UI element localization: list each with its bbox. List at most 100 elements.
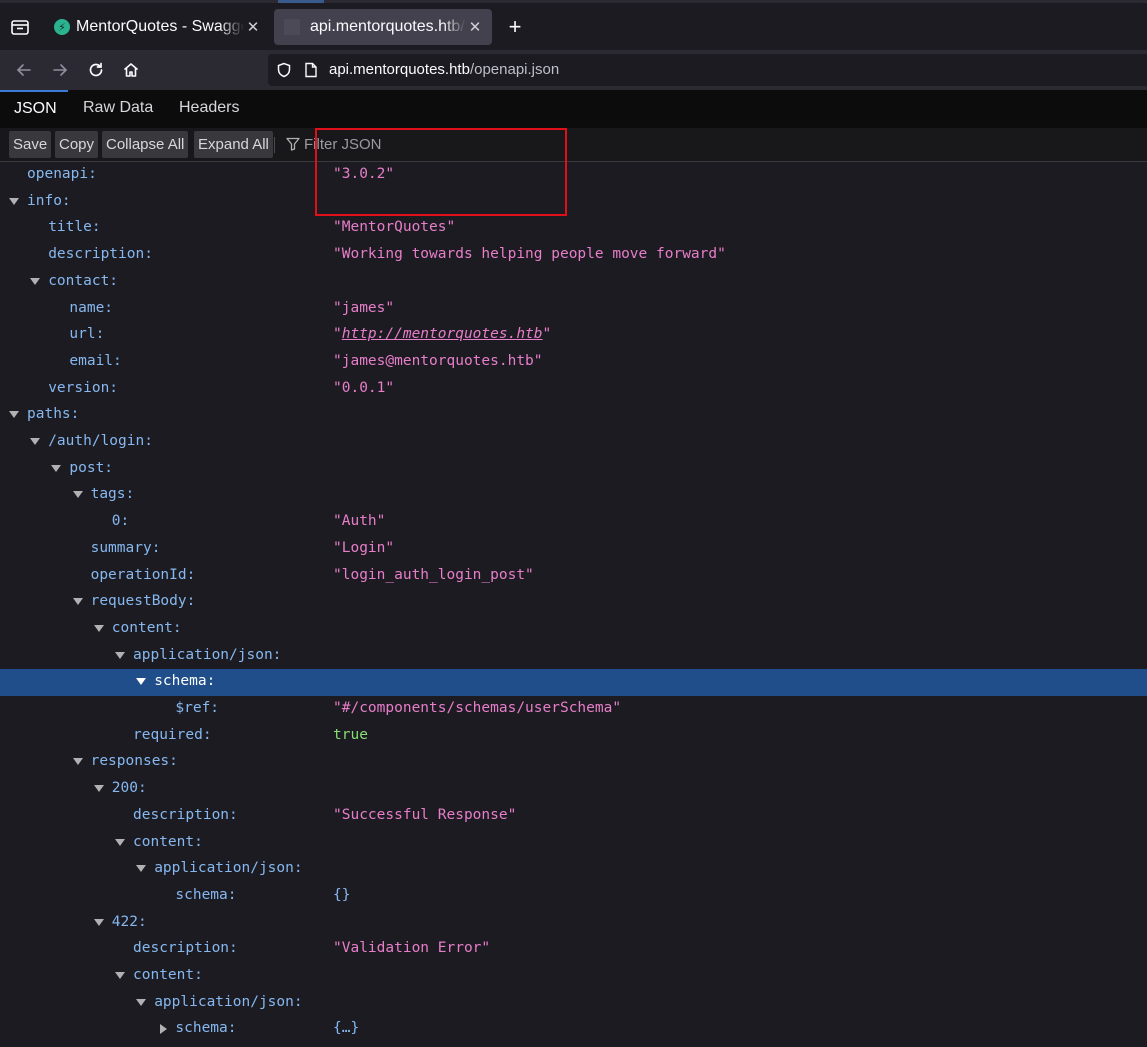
tree-row[interactable]: tags:: [0, 482, 1147, 509]
tree-row[interactable]: contact:: [0, 269, 1147, 296]
tree-value: {…}: [333, 1020, 360, 1037]
tree-row[interactable]: info:: [0, 189, 1147, 216]
tree-row[interactable]: description: "Validation Error": [0, 936, 1147, 963]
tab-list-icon[interactable]: [9, 16, 31, 38]
tree-key: description:: [48, 246, 153, 263]
tree-row[interactable]: application/json:: [0, 856, 1147, 883]
tree-row[interactable]: openapi: "3.0.2": [0, 162, 1147, 189]
collapse-arrow-icon[interactable]: [115, 838, 125, 846]
tree-key: content:: [133, 967, 203, 983]
tab-raw-data[interactable]: Raw Data: [83, 90, 153, 128]
collapse-arrow-icon[interactable]: [72, 758, 83, 766]
collapse-arrow-icon[interactable]: [115, 651, 125, 659]
copy-button[interactable]: Copy: [55, 131, 99, 158]
browser-tab-swagger[interactable]: ⚡ MentorQuotes - Swagger UI ✕: [44, 9, 270, 45]
collapse-arrow-icon[interactable]: [115, 972, 125, 979]
collapse-arrow-icon[interactable]: [72, 491, 83, 499]
tree-row[interactable]: paths:: [0, 402, 1147, 429]
forward-icon[interactable]: [48, 58, 72, 82]
annotation-highlight-box: [315, 128, 567, 216]
tree-key: responses:: [90, 753, 178, 770]
collapse-arrow-icon[interactable]: [51, 464, 62, 472]
json-toolbar: Save Copy Collapse All Expand All Filter…: [0, 128, 1147, 162]
close-icon[interactable]: ✕: [468, 18, 482, 36]
tree-row[interactable]: title: "MentorQuotes": [0, 215, 1147, 242]
tree-value: "james@mentorquotes.htb": [333, 352, 543, 369]
tree-row[interactable]: schema: {…}: [0, 1016, 1147, 1043]
tree-key: url:: [69, 326, 105, 343]
tree-row[interactable]: version: "0.0.1": [0, 376, 1147, 403]
tracking-protection-shield-icon[interactable]: [276, 62, 292, 83]
tree-row[interactable]: name: "james": [0, 296, 1147, 323]
tree-key: title:: [48, 219, 101, 236]
tree-row[interactable]: email: "james@mentorquotes.htb": [0, 349, 1147, 376]
json-tree: openapi: "3.0.2" info: title: "MentorQuotes"…: [0, 162, 1147, 1047]
collapse-arrow-icon[interactable]: [72, 598, 83, 606]
collapse-arrow-icon[interactable]: [136, 998, 147, 1006]
tree-row[interactable]: /auth/login:: [0, 429, 1147, 456]
tree-row[interactable]: operationId: "login_auth_login_post": [0, 563, 1147, 590]
collapse-arrow-icon[interactable]: [93, 785, 104, 793]
tree-key: 422:: [111, 913, 147, 930]
tree-row[interactable]: url: "http://mentorquotes.htb": [0, 322, 1147, 349]
tree-value[interactable]: "http://mentorquotes.htb": [333, 326, 551, 342]
navigation-bar: api.mentorquotes.htb/openapi.json: [0, 50, 1147, 90]
collapse-arrow-icon[interactable]: [93, 624, 104, 632]
tree-row[interactable]: application/json:: [0, 643, 1147, 670]
tree-key: tags:: [90, 486, 135, 503]
tree-key: schema:: [175, 1020, 237, 1037]
tree-value: {}: [333, 886, 351, 903]
tree-row[interactable]: responses:: [0, 749, 1147, 776]
tree-row[interactable]: post:: [0, 456, 1147, 483]
collapse-arrow-icon[interactable]: [136, 865, 147, 873]
reload-icon[interactable]: [84, 58, 108, 82]
expand-arrow-icon[interactable]: [160, 1024, 168, 1035]
tree-row[interactable]: content:: [0, 616, 1147, 643]
tree-row[interactable]: required: true: [0, 723, 1147, 750]
json-viewer-tabs: JSON Raw Data Headers: [0, 90, 1147, 128]
tree-row[interactable]: schema: {}: [0, 883, 1147, 910]
swagger-icon: ⚡: [54, 19, 70, 35]
url-text[interactable]: api.mentorquotes.htb/openapi.json: [329, 61, 559, 78]
save-button[interactable]: Save: [9, 131, 52, 158]
collapse-arrow-icon[interactable]: [9, 411, 19, 419]
tree-row[interactable]: $ref: "#/components/schemas/userSchema": [0, 696, 1147, 723]
tree-value: "Auth": [333, 513, 386, 530]
tree-row[interactable]: 422:: [0, 910, 1147, 937]
tree-row[interactable]: content:: [0, 963, 1147, 990]
tree-row[interactable]: content:: [0, 830, 1147, 857]
tree-row[interactable]: description: "Working towards helping peo…: [0, 242, 1147, 269]
collapse-arrow-icon[interactable]: [9, 197, 19, 205]
tree-row[interactable]: description: "Successful Response": [0, 803, 1147, 830]
url-link[interactable]: http://mentorquotes.htb: [342, 326, 543, 342]
new-tab-icon[interactable]: +: [504, 14, 526, 40]
tree-key: operationId:: [90, 566, 196, 583]
tree-key: contact:: [48, 272, 119, 289]
collapse-all-button[interactable]: Collapse All: [102, 131, 189, 158]
close-icon[interactable]: ✕: [246, 18, 260, 36]
collapse-arrow-icon[interactable]: [30, 438, 41, 445]
tree-row[interactable]: requestBody:: [0, 589, 1147, 616]
tree-key: email:: [69, 352, 122, 369]
tree-key: 0:: [111, 513, 130, 530]
tree-key: required:: [133, 726, 212, 743]
tree-value: "Validation Error": [333, 940, 491, 957]
tree-row[interactable]: 0: "Auth": [0, 509, 1147, 536]
tab-headers[interactable]: Headers: [179, 90, 239, 128]
collapse-arrow-icon[interactable]: [136, 678, 147, 686]
url-bar[interactable]: api.mentorquotes.htb/openapi.json: [268, 54, 1147, 86]
collapse-arrow-icon[interactable]: [93, 918, 104, 926]
tree-row[interactable]: summary: "Login": [0, 536, 1147, 563]
page-info-icon[interactable]: [304, 62, 318, 83]
tree-row[interactable]: application/json:: [0, 990, 1147, 1017]
expand-all-button[interactable]: Expand All: [194, 131, 273, 158]
tree-row[interactable]: 200:: [0, 776, 1147, 803]
back-icon[interactable]: [12, 58, 36, 82]
tab-json[interactable]: JSON: [0, 90, 68, 128]
tree-row[interactable]: schema:: [0, 669, 1147, 696]
collapse-arrow-icon[interactable]: [30, 277, 41, 285]
home-icon[interactable]: [119, 58, 143, 82]
browser-tab-openapi[interactable]: api.mentorquotes.htb/openapi.json ✕: [274, 9, 492, 45]
tree-value: "Working towards helping people move for…: [333, 246, 726, 263]
active-tab-indicator: [278, 0, 324, 3]
